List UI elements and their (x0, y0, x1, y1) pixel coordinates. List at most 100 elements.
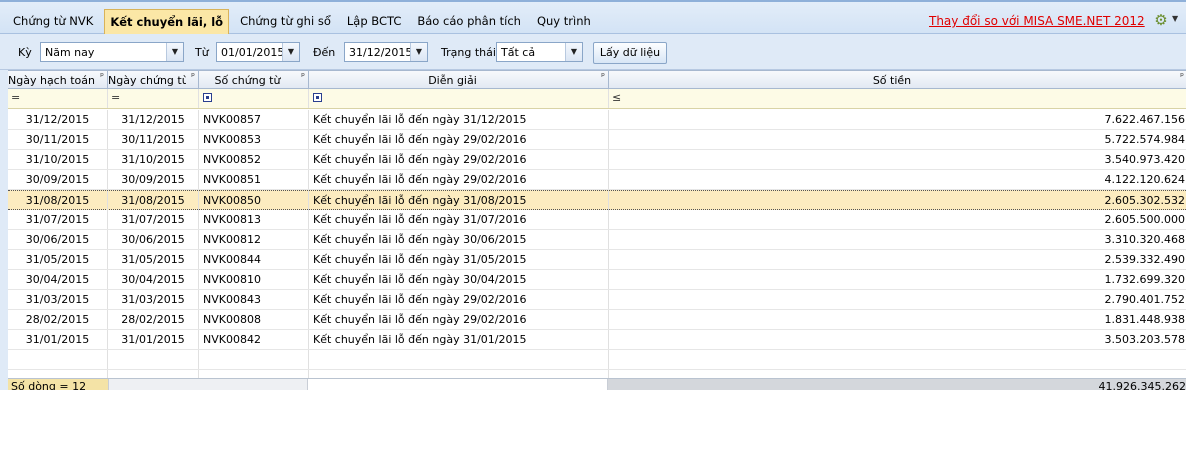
cell-posting-date[interactable]: 31/07/2015 (8, 210, 108, 229)
filter-contains-icon[interactable] (313, 93, 322, 102)
pin-icon[interactable]: ᵖ (1180, 72, 1184, 82)
to-date-field[interactable]: 31/12/2015 ▼ (344, 42, 428, 62)
cell-amount[interactable]: 1.831.448.938 (609, 310, 1186, 329)
cell-description[interactable]: Kết chuyển lãi lỗ đến ngày 29/02/2016 (309, 170, 609, 189)
cell-voucher-date[interactable]: 31/12/2015 (108, 110, 199, 129)
cell-voucher-no[interactable]: NVK00844 (199, 250, 309, 269)
cell-voucher-date[interactable]: 31/07/2015 (108, 210, 199, 229)
pin-icon[interactable]: ᵖ (100, 72, 104, 82)
cell-description[interactable]: Kết chuyển lãi lỗ đến ngày 29/02/2016 (309, 150, 609, 169)
filter-cell-voucher-date[interactable]: = (108, 89, 199, 108)
cell-posting-date[interactable]: 30/06/2015 (8, 230, 108, 249)
cell-voucher-date[interactable]: 30/06/2015 (108, 230, 199, 249)
table-row[interactable]: 30/06/2015 30/06/2015 NVK00812 Kết chuyển l… (8, 230, 1186, 250)
table-row[interactable]: 31/07/2015 31/07/2015 NVK00813 Kết chuyển l… (8, 210, 1186, 230)
cell-posting-date[interactable]: 30/09/2015 (8, 170, 108, 189)
whats-new-link[interactable]: Thay đổi so với MISA SME.NET 2012 (929, 14, 1145, 28)
cell-description[interactable]: Kết chuyển lãi lỗ đến ngày 30/04/2015 (309, 270, 609, 289)
cell-amount[interactable]: 3.540.973.420 (609, 150, 1186, 169)
cell-posting-date[interactable]: 28/02/2015 (8, 310, 108, 329)
cell-voucher-no[interactable]: NVK00853 (199, 130, 309, 149)
table-row[interactable]: 28/02/2015 28/02/2015 NVK00808 Kết chuyển l… (8, 310, 1186, 330)
cell-amount[interactable]: 5.722.574.984 (609, 130, 1186, 149)
col-header-amount[interactable]: Số tiền ᵖ (609, 70, 1186, 89)
cell-amount[interactable]: 3.310.320.468 (609, 230, 1186, 249)
cell-posting-date[interactable]: 30/04/2015 (8, 270, 108, 289)
cell-amount[interactable]: 2.605.302.532 (609, 191, 1186, 210)
cell-posting-date[interactable]: 31/10/2015 (8, 150, 108, 169)
cell-amount[interactable]: 4.122.120.624 (609, 170, 1186, 189)
filter-contains-icon[interactable] (203, 93, 212, 102)
filter-operator[interactable]: = (111, 91, 120, 104)
cell-posting-date[interactable]: 31/01/2015 (8, 330, 108, 349)
cell-posting-date[interactable]: 31/05/2015 (8, 250, 108, 269)
filter-operator[interactable]: ≤ (612, 91, 621, 104)
period-select[interactable]: Năm nay ▼ (40, 42, 184, 62)
cell-posting-date[interactable]: 31/12/2015 (8, 110, 108, 129)
chevron-down-icon[interactable]: ▼ (166, 43, 183, 61)
chevron-down-icon[interactable]: ▼ (565, 43, 582, 61)
col-header-voucher-date[interactable]: Ngày chứng từ ᵖ (108, 70, 199, 89)
cell-voucher-no[interactable]: NVK00813 (199, 210, 309, 229)
cell-voucher-date[interactable]: 31/03/2015 (108, 290, 199, 309)
gear-icon[interactable]: ⚙ (1151, 11, 1171, 29)
table-row[interactable]: 31/03/2015 31/03/2015 NVK00843 Kết chuyển l… (8, 290, 1186, 310)
cell-voucher-no[interactable]: NVK00842 (199, 330, 309, 349)
table-row[interactable]: 30/09/2015 30/09/2015 NVK00851 Kết chuyển l… (8, 170, 1186, 190)
cell-description[interactable]: Kết chuyển lãi lỗ đến ngày 29/02/2016 (309, 130, 609, 149)
cell-amount[interactable]: 7.622.467.156 (609, 110, 1186, 129)
cell-voucher-no[interactable]: NVK00857 (199, 110, 309, 129)
cell-voucher-date[interactable]: 31/01/2015 (108, 330, 199, 349)
cell-posting-date[interactable]: 31/08/2015 (8, 191, 108, 210)
filter-operator[interactable]: = (11, 91, 20, 104)
col-header-posting-date[interactable]: Ngày hạch toán ᵖ (8, 70, 108, 89)
cell-voucher-no[interactable]: NVK00851 (199, 170, 309, 189)
filter-cell-voucher-no[interactable] (199, 89, 309, 108)
pin-icon[interactable]: ᵖ (191, 72, 195, 82)
table-row[interactable]: 31/05/2015 31/05/2015 NVK00844 Kết chuyển l… (8, 250, 1186, 270)
cell-voucher-date[interactable]: 30/09/2015 (108, 170, 199, 189)
cell-posting-date[interactable]: 30/11/2015 (8, 130, 108, 149)
chevron-down-icon[interactable]: ▼ (1172, 14, 1178, 23)
cell-description[interactable]: Kết chuyển lãi lỗ đến ngày 29/02/2016 (309, 310, 609, 329)
cell-amount[interactable]: 3.503.203.578 (609, 330, 1186, 349)
tab-2[interactable]: Chứng từ ghi sổ (235, 9, 336, 33)
pin-icon[interactable]: ᵖ (601, 72, 605, 82)
cell-voucher-no[interactable]: NVK00852 (199, 150, 309, 169)
table-row[interactable]: 31/12/2015 31/12/2015 NVK00857 Kết chuyển l… (8, 110, 1186, 130)
cell-description[interactable]: Kết chuyển lãi lỗ đến ngày 30/06/2015 (309, 230, 609, 249)
table-row[interactable]: 30/11/2015 30/11/2015 NVK00853 Kết chuyển l… (8, 130, 1186, 150)
filter-cell-amount[interactable]: ≤ (609, 89, 1186, 108)
cell-amount[interactable]: 2.539.332.490 (609, 250, 1186, 269)
fetch-data-button[interactable]: Lấy dữ liệu (593, 42, 667, 64)
tab-3[interactable]: Lập BCTC (342, 9, 407, 33)
tab-1[interactable]: Kết chuyển lãi, lỗ (104, 9, 230, 34)
cell-voucher-no[interactable]: NVK00810 (199, 270, 309, 289)
pin-icon[interactable]: ᵖ (301, 72, 305, 82)
cell-amount[interactable]: 2.605.500.000 (609, 210, 1186, 229)
cell-voucher-no[interactable]: NVK00843 (199, 290, 309, 309)
cell-voucher-date[interactable]: 31/08/2015 (108, 191, 199, 210)
table-row[interactable]: 31/10/2015 31/10/2015 NVK00852 Kết chuyển l… (8, 150, 1186, 170)
cell-voucher-date[interactable]: 31/05/2015 (108, 250, 199, 269)
chevron-down-icon[interactable]: ▼ (282, 43, 299, 61)
cell-voucher-date[interactable]: 30/11/2015 (108, 130, 199, 149)
filter-cell-description[interactable] (309, 89, 609, 108)
col-header-description[interactable]: Diễn giải ᵖ (309, 70, 609, 89)
col-header-voucher-no[interactable]: Số chứng từ ᵖ (199, 70, 309, 89)
status-select[interactable]: Tất cả ▼ (496, 42, 583, 62)
cell-voucher-no[interactable]: NVK00812 (199, 230, 309, 249)
cell-voucher-date[interactable]: 31/10/2015 (108, 150, 199, 169)
tab-5[interactable]: Quy trình (532, 9, 596, 33)
cell-voucher-date[interactable]: 30/04/2015 (108, 270, 199, 289)
tab-4[interactable]: Báo cáo phân tích (412, 9, 526, 33)
cell-description[interactable]: Kết chuyển lãi lỗ đến ngày 29/02/2016 (309, 290, 609, 309)
cell-voucher-no[interactable]: NVK00850 (199, 191, 309, 210)
chevron-down-icon[interactable]: ▼ (410, 43, 427, 61)
tab-0[interactable]: Chứng từ NVK (8, 9, 98, 33)
cell-description[interactable]: Kết chuyển lãi lỗ đến ngày 31/12/2015 (309, 110, 609, 129)
cell-description[interactable]: Kết chuyển lãi lỗ đến ngày 31/08/2015 (309, 191, 609, 210)
cell-description[interactable]: Kết chuyển lãi lỗ đến ngày 31/05/2015 (309, 250, 609, 269)
cell-posting-date[interactable]: 31/03/2015 (8, 290, 108, 309)
table-row[interactable]: 31/01/2015 31/01/2015 NVK00842 Kết chuyển l… (8, 330, 1186, 350)
